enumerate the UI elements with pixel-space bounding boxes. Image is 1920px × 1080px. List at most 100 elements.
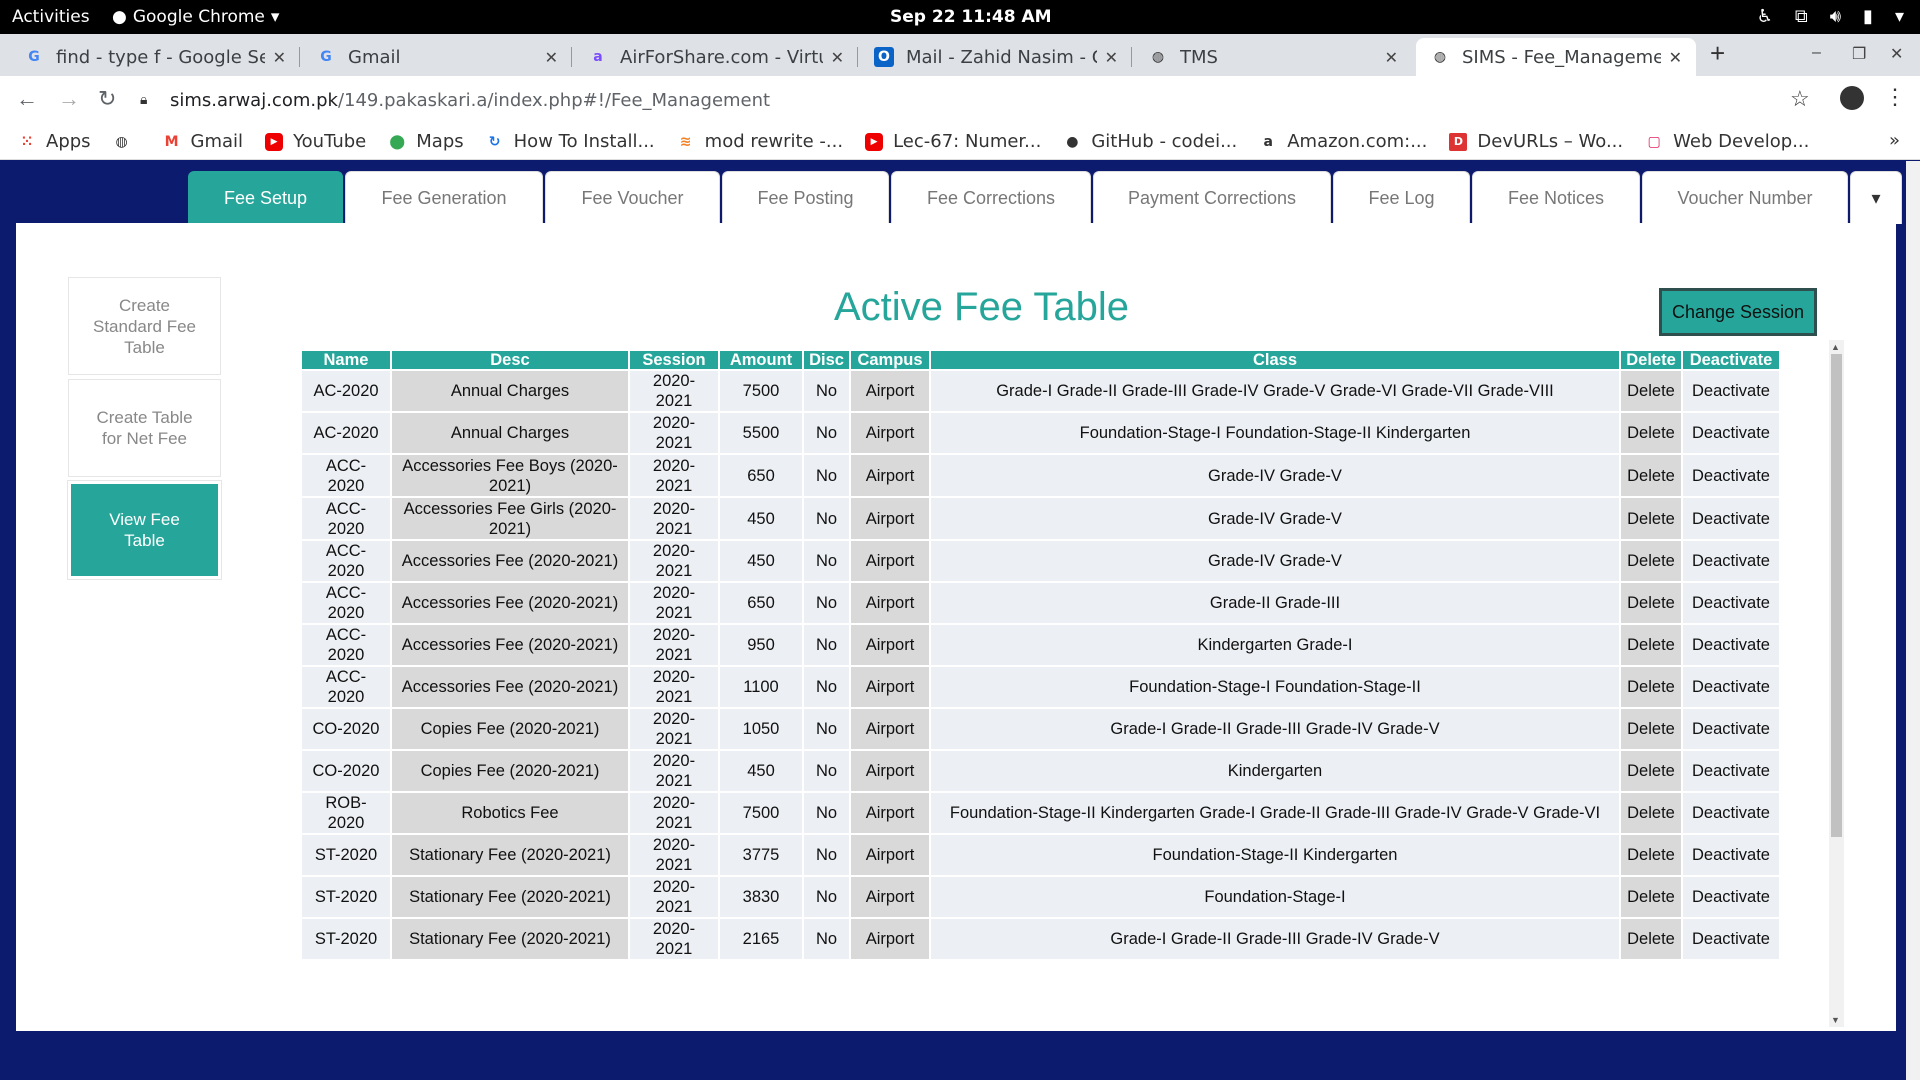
- delete-link[interactable]: Delete: [1621, 583, 1681, 623]
- accessibility-icon[interactable]: ♿︎: [1757, 6, 1773, 27]
- browser-tab[interactable]: G Gmail ✕: [302, 38, 572, 76]
- close-icon[interactable]: ✕: [545, 48, 558, 67]
- minimize-icon[interactable]: –: [1812, 44, 1821, 62]
- bookmark-youtube[interactable]: ▶ YouTube: [265, 131, 366, 152]
- system-tray[interactable]: ♿︎ ⧉ 🔊︎ ▮ ▾: [1757, 6, 1904, 27]
- deactivate-link[interactable]: Deactivate: [1683, 455, 1779, 496]
- network-icon[interactable]: ⧉: [1795, 6, 1808, 27]
- browser-tab[interactable]: G find - type f - Google Se ✕: [10, 38, 300, 76]
- delete-link[interactable]: Delete: [1621, 667, 1681, 707]
- cell-desc: Accessories Fee (2020-2021): [392, 667, 628, 707]
- delete-link[interactable]: Delete: [1621, 751, 1681, 791]
- deactivate-link[interactable]: Deactivate: [1683, 583, 1779, 623]
- deactivate-link[interactable]: Deactivate: [1683, 793, 1779, 833]
- bookmark-lec-67[interactable]: ▶ Lec-67: Numer...: [865, 131, 1041, 152]
- forward-arrow-icon[interactable]: →: [58, 86, 80, 112]
- deactivate-link[interactable]: Deactivate: [1683, 835, 1779, 875]
- cell-amount: 450: [720, 498, 802, 539]
- delete-link[interactable]: Delete: [1621, 919, 1681, 959]
- deactivate-link[interactable]: Deactivate: [1683, 371, 1779, 411]
- close-icon[interactable]: ✕: [831, 48, 844, 67]
- bookmark-devurls[interactable]: D DevURLs – Wo...: [1449, 131, 1623, 152]
- new-tab-icon[interactable]: +: [1710, 38, 1725, 69]
- browser-tab[interactable]: O Mail - Zahid Nasim - Out ✕: [860, 38, 1132, 76]
- cell-amount: 5500: [720, 413, 802, 453]
- reload-icon[interactable]: ↻: [98, 86, 116, 112]
- back-arrow-icon[interactable]: ←: [16, 86, 38, 112]
- browser-tab[interactable]: ◍ TMS ✕: [1134, 38, 1412, 76]
- tab-fee-generation[interactable]: Fee Generation: [345, 171, 543, 224]
- close-icon[interactable]: ✕: [1105, 48, 1118, 67]
- deactivate-link[interactable]: Deactivate: [1683, 498, 1779, 539]
- deactivate-link[interactable]: Deactivate: [1683, 877, 1779, 917]
- volume-icon[interactable]: 🔊︎: [1830, 6, 1841, 27]
- bookmark-star-icon[interactable]: ☆: [1790, 86, 1810, 112]
- change-session-button[interactable]: Change Session: [1659, 288, 1817, 336]
- bookmark-github[interactable]: ● GitHub - codei...: [1063, 131, 1237, 152]
- deactivate-link[interactable]: Deactivate: [1683, 413, 1779, 453]
- tabs-more-dropdown[interactable]: ▾: [1850, 171, 1902, 224]
- deactivate-link[interactable]: Deactivate: [1683, 751, 1779, 791]
- app-menu[interactable]: ● Google Chrome ▾: [112, 7, 279, 27]
- close-icon[interactable]: ✕: [273, 48, 286, 67]
- bookmark-amazon[interactable]: a Amazon.com:...: [1259, 131, 1428, 152]
- create-net-fee-table-button[interactable]: Create Table for Net Fee: [68, 379, 221, 477]
- bookmark-web-develop[interactable]: ▢ Web Develop...: [1645, 131, 1810, 152]
- deactivate-link[interactable]: Deactivate: [1683, 625, 1779, 665]
- scroll-down-icon[interactable]: ▼: [1831, 1015, 1840, 1025]
- scroll-up-icon[interactable]: ▲: [1831, 342, 1840, 352]
- bookmark-maps[interactable]: ⬤ Maps: [388, 131, 463, 152]
- globe-icon: ◍: [1151, 49, 1165, 65]
- lock-icon[interactable]: 🔒︎: [140, 92, 154, 108]
- delete-link[interactable]: Delete: [1621, 455, 1681, 496]
- close-icon[interactable]: ✕: [1669, 48, 1682, 67]
- profile-avatar-icon[interactable]: [1840, 86, 1864, 110]
- bookmark-globe[interactable]: ◍: [113, 133, 141, 151]
- page-scrollbar[interactable]: [1906, 161, 1920, 1080]
- delete-link[interactable]: Delete: [1621, 877, 1681, 917]
- delete-link[interactable]: Delete: [1621, 541, 1681, 581]
- address-bar[interactable]: 🔒︎ sims.arwaj.com.pk /149.pakaskari.a/in…: [140, 82, 1800, 118]
- chevron-down-icon[interactable]: ▾: [1895, 6, 1904, 27]
- browser-tab[interactable]: a AirForShare.com - Virtu ✕: [574, 38, 858, 76]
- delete-link[interactable]: Delete: [1621, 498, 1681, 539]
- tab-fee-posting[interactable]: Fee Posting: [722, 171, 889, 224]
- delete-link[interactable]: Delete: [1621, 835, 1681, 875]
- tab-fee-corrections[interactable]: Fee Corrections: [891, 171, 1091, 224]
- window-close-icon[interactable]: ✕: [1890, 44, 1903, 64]
- table-scrollbar[interactable]: ▲ ▼: [1829, 340, 1844, 1027]
- bookmark-how-to-install[interactable]: ↻ How To Install...: [486, 131, 655, 152]
- tab-payment-corrections[interactable]: Payment Corrections: [1093, 171, 1331, 224]
- deactivate-link[interactable]: Deactivate: [1683, 667, 1779, 707]
- activities-button[interactable]: Activities: [12, 7, 90, 27]
- cell-name: AC-2020: [302, 413, 390, 453]
- delete-link[interactable]: Delete: [1621, 709, 1681, 749]
- delete-link[interactable]: Delete: [1621, 793, 1681, 833]
- bookmark-mod-rewrite[interactable]: ≋ mod rewrite -...: [677, 131, 843, 152]
- close-icon[interactable]: ✕: [1385, 48, 1398, 67]
- deactivate-link[interactable]: Deactivate: [1683, 541, 1779, 581]
- battery-icon[interactable]: ▮: [1863, 6, 1873, 27]
- chevron-right-icon[interactable]: »: [1889, 130, 1900, 151]
- view-fee-table-button[interactable]: View Fee Table: [67, 480, 222, 580]
- delete-link[interactable]: Delete: [1621, 413, 1681, 453]
- tab-fee-setup[interactable]: Fee Setup: [188, 171, 343, 224]
- cell-name: ACC-2020: [302, 541, 390, 581]
- tab-voucher-number[interactable]: Voucher Number: [1642, 171, 1848, 224]
- tab-fee-notices[interactable]: Fee Notices: [1472, 171, 1640, 224]
- tab-fee-voucher[interactable]: Fee Voucher: [545, 171, 720, 224]
- deactivate-link[interactable]: Deactivate: [1683, 919, 1779, 959]
- browser-tab-active[interactable]: ◍ SIMS - Fee_Managemen ✕: [1416, 38, 1696, 76]
- deactivate-link[interactable]: Deactivate: [1683, 709, 1779, 749]
- bookmark-label: Maps: [416, 131, 464, 152]
- tab-fee-log[interactable]: Fee Log: [1333, 171, 1470, 224]
- bookmark-gmail[interactable]: M Gmail: [163, 131, 243, 152]
- scrollbar-thumb[interactable]: [1831, 354, 1842, 837]
- bookmark-apps[interactable]: ⁙ Apps: [18, 131, 90, 152]
- create-standard-fee-table-button[interactable]: Create Standard Fee Table: [68, 277, 221, 375]
- kebab-menu-icon[interactable]: ⋮: [1884, 84, 1906, 110]
- restore-icon[interactable]: ❐: [1852, 44, 1866, 64]
- clock[interactable]: Sep 22 11:48 AM: [890, 7, 1052, 27]
- delete-link[interactable]: Delete: [1621, 625, 1681, 665]
- delete-link[interactable]: Delete: [1621, 371, 1681, 411]
